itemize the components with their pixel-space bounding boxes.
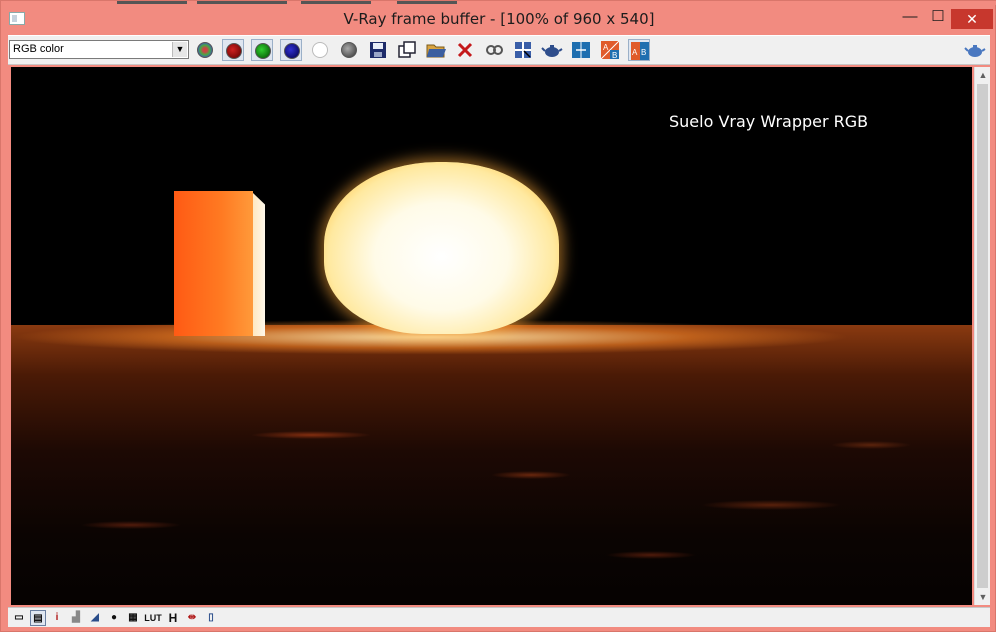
info-icon[interactable]: i — [49, 610, 65, 626]
rgb-channels-button[interactable] — [194, 39, 216, 61]
minimize-button[interactable]: — — [897, 7, 923, 29]
save-icon — [370, 42, 386, 58]
svg-text:A: A — [632, 48, 638, 57]
track-mouse-icon — [515, 42, 531, 58]
render-button[interactable] — [541, 39, 563, 61]
render-box — [174, 191, 253, 336]
bottom-toolbar: ▭ ▤ i ▟ ◢ ● ▦ LUT H ⇹ ▯ — [8, 607, 990, 627]
ab-horizontal-button[interactable]: AB — [599, 39, 621, 61]
vray-frame-buffer-window: V-Ray frame buffer - [100% of 960 x 540]… — [0, 0, 996, 632]
blue-channel-button[interactable] — [280, 39, 302, 61]
svg-text:B: B — [612, 51, 617, 60]
channel-select[interactable]: RGB color ▼ — [9, 40, 189, 59]
scroll-up-icon[interactable]: ▲ — [975, 67, 991, 83]
display-icon[interactable]: ▭ — [11, 610, 27, 626]
open-icon — [426, 44, 446, 58]
window-title: V-Ray frame buffer - [100% of 960 x 540] — [343, 10, 655, 28]
green-channel-icon — [255, 43, 271, 59]
red-channel-icon — [226, 43, 242, 59]
rgb-channels-icon — [197, 42, 213, 58]
teapot-button[interactable] — [964, 39, 986, 61]
chevron-down-icon: ▼ — [172, 42, 187, 57]
correction-icon[interactable]: ▤ — [30, 610, 46, 626]
vertical-scrollbar[interactable]: ▲ ▼ — [974, 67, 990, 605]
ab-horizontal-icon: AB — [600, 40, 620, 60]
top-toolbar: RGB color ▼ A B A B — [8, 35, 990, 65]
ab-vertical-button[interactable]: AB — [628, 39, 650, 61]
render-overlay-label: Suelo Vray Wrapper RGB — [669, 112, 869, 131]
maximize-button[interactable]: ☐ — [925, 7, 951, 29]
close-button[interactable]: ✕ — [951, 9, 993, 29]
compare-button[interactable] — [570, 39, 592, 61]
clear-icon — [457, 42, 473, 58]
track-mouse-button[interactable] — [512, 39, 534, 61]
link-button[interactable] — [483, 39, 505, 61]
render-floor — [11, 325, 972, 605]
copy-button[interactable] — [396, 39, 418, 61]
scroll-thumb[interactable] — [977, 84, 988, 588]
copy-icon — [398, 41, 416, 58]
svg-text:A: A — [603, 43, 609, 52]
pixel-icon[interactable]: ▦ — [125, 610, 141, 626]
render-teapot-icon — [541, 45, 563, 57]
render-box-side — [253, 193, 265, 336]
link-icon — [486, 45, 503, 55]
svg-text:B: B — [641, 48, 646, 57]
h-label[interactable]: H — [165, 610, 181, 626]
compare-ab-icon[interactable]: ⇹ — [184, 610, 200, 626]
render-viewport[interactable]: Suelo Vray Wrapper RGB — [11, 67, 972, 605]
teapot-icon — [964, 45, 986, 57]
render-fireball — [324, 162, 559, 334]
channel-select-value: RGB color — [13, 43, 64, 55]
title-bar: V-Ray frame buffer - [100% of 960 x 540]… — [1, 5, 996, 33]
blue-channel-icon — [284, 43, 300, 59]
clear-button[interactable] — [454, 39, 476, 61]
white-channel-icon — [312, 42, 328, 58]
compare-icon — [572, 42, 590, 58]
curve-icon[interactable]: ◢ — [87, 610, 103, 626]
alpha-channel-icon — [341, 42, 357, 58]
green-channel-button[interactable] — [251, 39, 273, 61]
alpha-channel-button[interactable] — [338, 39, 360, 61]
white-channel-button[interactable] — [309, 39, 331, 61]
ab-vertical-icon: AB — [631, 42, 649, 60]
open-button[interactable] — [425, 39, 447, 61]
exposure-icon[interactable]: ● — [106, 610, 122, 626]
lut-label[interactable]: LUT — [143, 610, 163, 626]
rgb-split-icon[interactable]: ▯ — [203, 610, 219, 626]
levels-icon[interactable]: ▟ — [68, 610, 84, 626]
red-channel-button[interactable] — [222, 39, 244, 61]
save-button[interactable] — [367, 39, 389, 61]
scroll-down-icon[interactable]: ▼ — [975, 589, 991, 605]
